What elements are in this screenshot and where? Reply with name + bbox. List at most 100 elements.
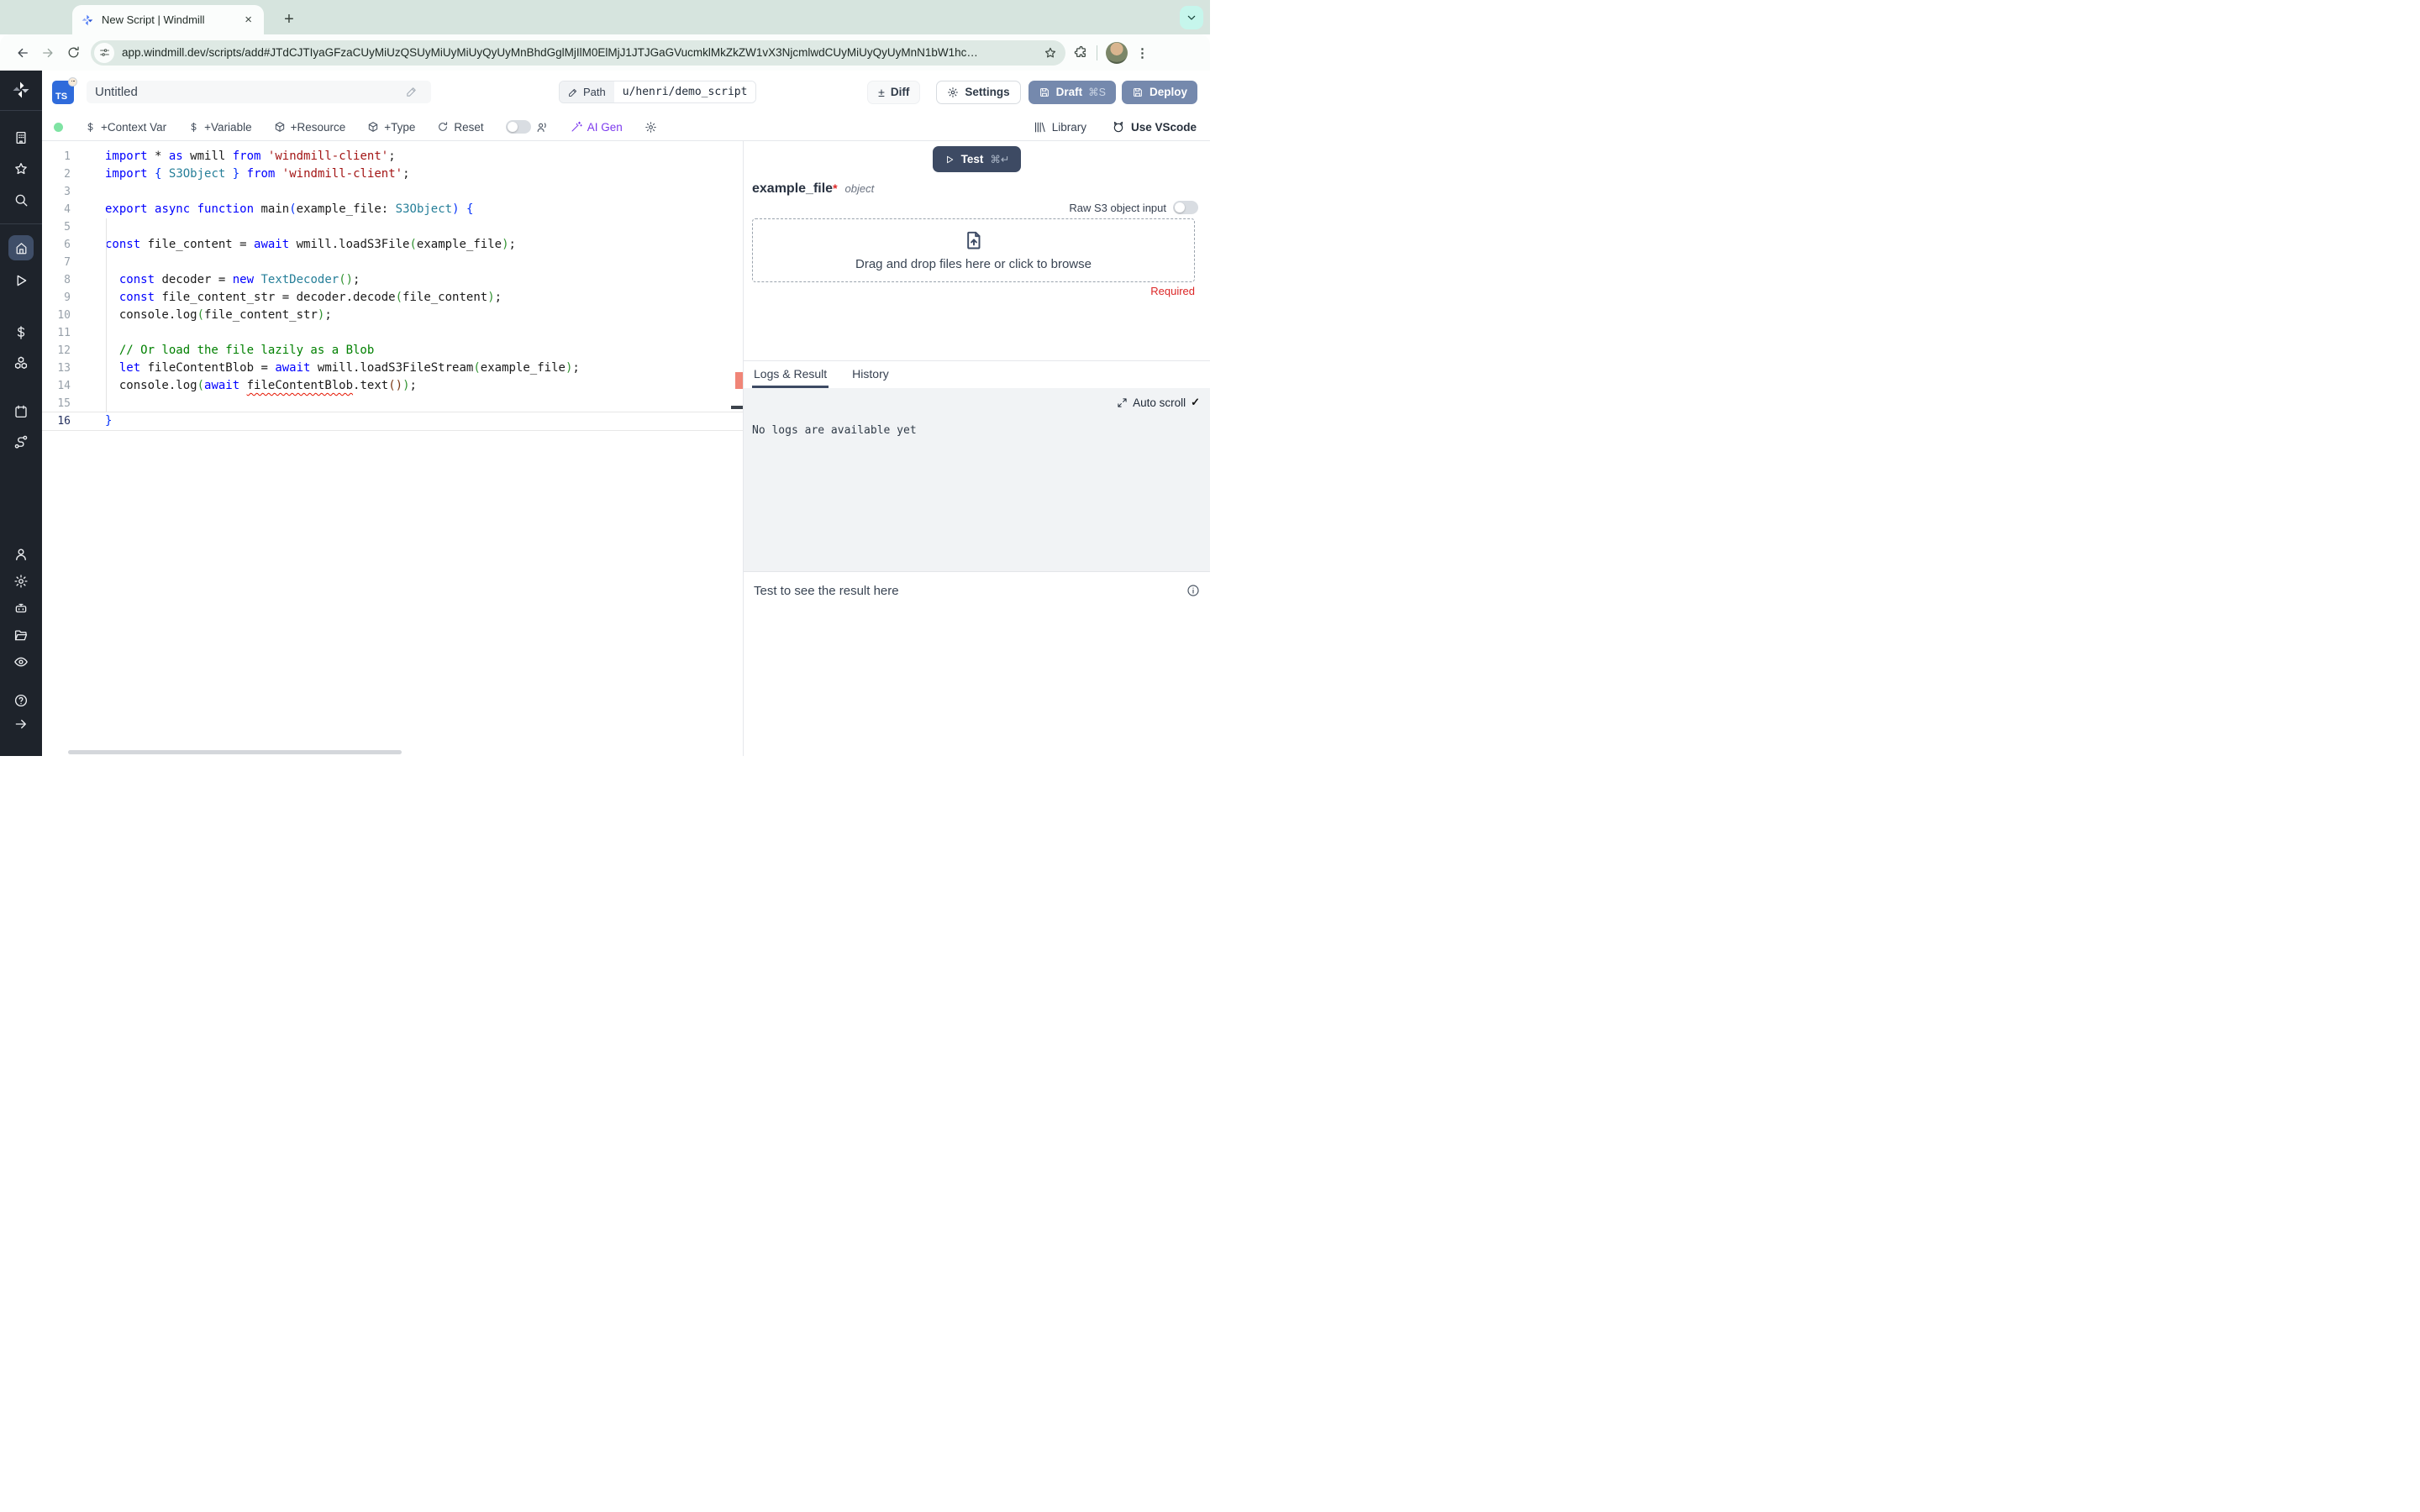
settings-button[interactable]: Settings [936, 80, 1021, 104]
sidebar-item-workers[interactable] [11, 432, 31, 452]
code-line[interactable]: 13 let fileContentBlob = await wmill.loa… [42, 360, 743, 377]
sidebar-expand-button[interactable] [11, 714, 31, 734]
back-button[interactable] [10, 40, 35, 66]
code-line[interactable]: 14 console.log(await fileContentBlob.tex… [42, 377, 743, 395]
sidebar-item-users[interactable] [11, 544, 31, 564]
sidebar-item-search[interactable] [11, 190, 31, 210]
arrow-right-icon [15, 719, 26, 729]
line-number: 10 [57, 309, 71, 322]
people-icon [536, 121, 549, 134]
code-line[interactable]: 9 const file_content_str = decoder.decod… [42, 289, 743, 307]
tab-logs-result[interactable]: Logs & Result [752, 361, 829, 388]
code-line[interactable]: 5 [42, 218, 743, 236]
new-tab-button[interactable]: + [277, 8, 301, 31]
calendar-icon [15, 405, 27, 418]
auto-scroll-control[interactable]: Auto scroll ✓ [1117, 396, 1200, 409]
add-variable-button[interactable]: +Variable [188, 121, 252, 134]
sidebar-item-schedules[interactable] [11, 402, 31, 422]
building-icon [16, 131, 26, 144]
reload-button[interactable] [60, 40, 86, 66]
line-number: 15 [57, 397, 71, 410]
diff-button[interactable]: ± Diff [867, 80, 921, 104]
tab-history[interactable]: History [850, 361, 891, 388]
sidebar-item-folders[interactable] [11, 625, 31, 645]
code-line[interactable]: 6 const file_content = await wmill.loadS3… [42, 236, 743, 254]
extensions-icon[interactable] [1074, 45, 1088, 60]
sidebar-item-worker-groups[interactable] [11, 598, 31, 618]
code-line[interactable]: 4 export async function main(example_file… [42, 201, 743, 218]
line-number: 8 [64, 274, 71, 286]
pencil-icon[interactable] [406, 86, 418, 97]
code-line[interactable]: 15 [42, 395, 743, 412]
browser-tab[interactable]: New Script | Windmill × [72, 5, 264, 34]
emoji-badge-icon [68, 76, 77, 87]
raw-s3-toggle[interactable] [1173, 201, 1198, 214]
code-line[interactable]: 8 const decoder = new TextDecoder(); [42, 271, 743, 289]
sidebar-item-favorites[interactable] [11, 159, 31, 179]
code-editor[interactable]: 1 import * as wmill from 'windmill-client… [42, 141, 743, 756]
collab-toggle[interactable] [505, 120, 549, 134]
code-line[interactable]: 16} [42, 412, 743, 430]
dollar-icon [17, 326, 25, 339]
dropzone-text: Drag and drop files here or click to bro… [855, 257, 1092, 271]
editor-settings-button[interactable] [644, 121, 657, 134]
code-line[interactable]: 1 import * as wmill from 'windmill-client… [42, 148, 743, 165]
window-chevron-button[interactable] [1180, 6, 1203, 29]
save-icon [1134, 87, 1142, 97]
forward-button[interactable] [35, 40, 60, 66]
url-bar[interactable]: app.windmill.dev/scripts/add#JTdCJTIyaGF… [91, 39, 1065, 66]
tab-close-icon[interactable]: × [241, 12, 255, 28]
sidebar-item-audit[interactable] [11, 652, 31, 672]
test-button[interactable]: Test ⌘↵ [932, 146, 1022, 172]
site-settings-icon[interactable] [94, 42, 114, 63]
collab-switch[interactable] [505, 120, 531, 134]
line-number: 12 [57, 344, 71, 357]
sidebar-item-runs[interactable] [11, 270, 31, 291]
code-line[interactable]: 10 console.log(file_content_str); [42, 307, 743, 324]
browser-menu-icon[interactable]: ⋮ [1136, 45, 1149, 60]
profile-avatar[interactable] [1106, 41, 1128, 64]
add-type-button[interactable]: +Type [367, 121, 415, 134]
overview-ruler-error-marker [735, 372, 743, 389]
script-header: TS Untitled Path u/henri/demo_script ± D… [42, 71, 1210, 113]
script-title-input[interactable]: Untitled [87, 81, 431, 103]
bookmark-star-icon[interactable] [1044, 46, 1057, 60]
wand-icon [571, 121, 582, 133]
test-shortcut: ⌘↵ [990, 154, 1010, 165]
deploy-button[interactable]: Deploy [1121, 80, 1197, 104]
code-line[interactable]: 7 [42, 254, 743, 271]
use-vscode-button[interactable]: Use VScode [1112, 120, 1197, 134]
draft-button[interactable]: Draft ⌘S [1028, 80, 1116, 104]
dollar-icon [188, 122, 199, 133]
sidebar-item-resources[interactable] [11, 353, 31, 373]
library-button[interactable]: Library [1034, 121, 1086, 134]
package-icon [367, 121, 379, 133]
dollar-icon [85, 122, 96, 133]
sidebar-item-variables[interactable] [11, 323, 31, 343]
windmill-logo-icon[interactable] [11, 80, 31, 100]
reset-button[interactable]: Reset [437, 121, 484, 134]
code-line[interactable]: 12 // Or load the file lazily as a Blob [42, 342, 743, 360]
logs-area: Auto scroll ✓ No logs are available yet [744, 388, 1210, 571]
code-line[interactable]: 2 import { S3Object } from 'windmill-clie… [42, 165, 743, 183]
path-label-segment[interactable]: Path [560, 81, 614, 102]
route-icon [14, 435, 28, 449]
sidebar-item-workspace[interactable] [11, 128, 31, 148]
add-context-var-button[interactable]: +Context Var [85, 121, 166, 134]
code-line[interactable]: 11 [42, 324, 743, 342]
check-icon: ✓ [1191, 396, 1200, 408]
path-control[interactable]: Path u/henri/demo_script [559, 81, 757, 103]
sidebar-item-settings[interactable] [11, 571, 31, 591]
result-placeholder: Test to see the result here [754, 584, 899, 598]
ai-gen-button[interactable]: AI Gen [571, 121, 623, 134]
code-line[interactable]: 3 [42, 183, 743, 201]
sidebar-item-help[interactable] [11, 690, 31, 711]
file-dropzone[interactable]: Drag and drop files here or click to bro… [752, 218, 1195, 282]
indent-guide [106, 218, 107, 412]
info-icon[interactable] [1186, 584, 1200, 597]
horizontal-scrollbar[interactable] [68, 750, 402, 754]
url-text: app.windmill.dev/scripts/add#JTdCJTIyaGF… [122, 46, 978, 59]
add-resource-button[interactable]: +Resource [274, 121, 345, 134]
sidebar-item-home[interactable] [8, 235, 34, 260]
folder-icon [14, 630, 28, 641]
